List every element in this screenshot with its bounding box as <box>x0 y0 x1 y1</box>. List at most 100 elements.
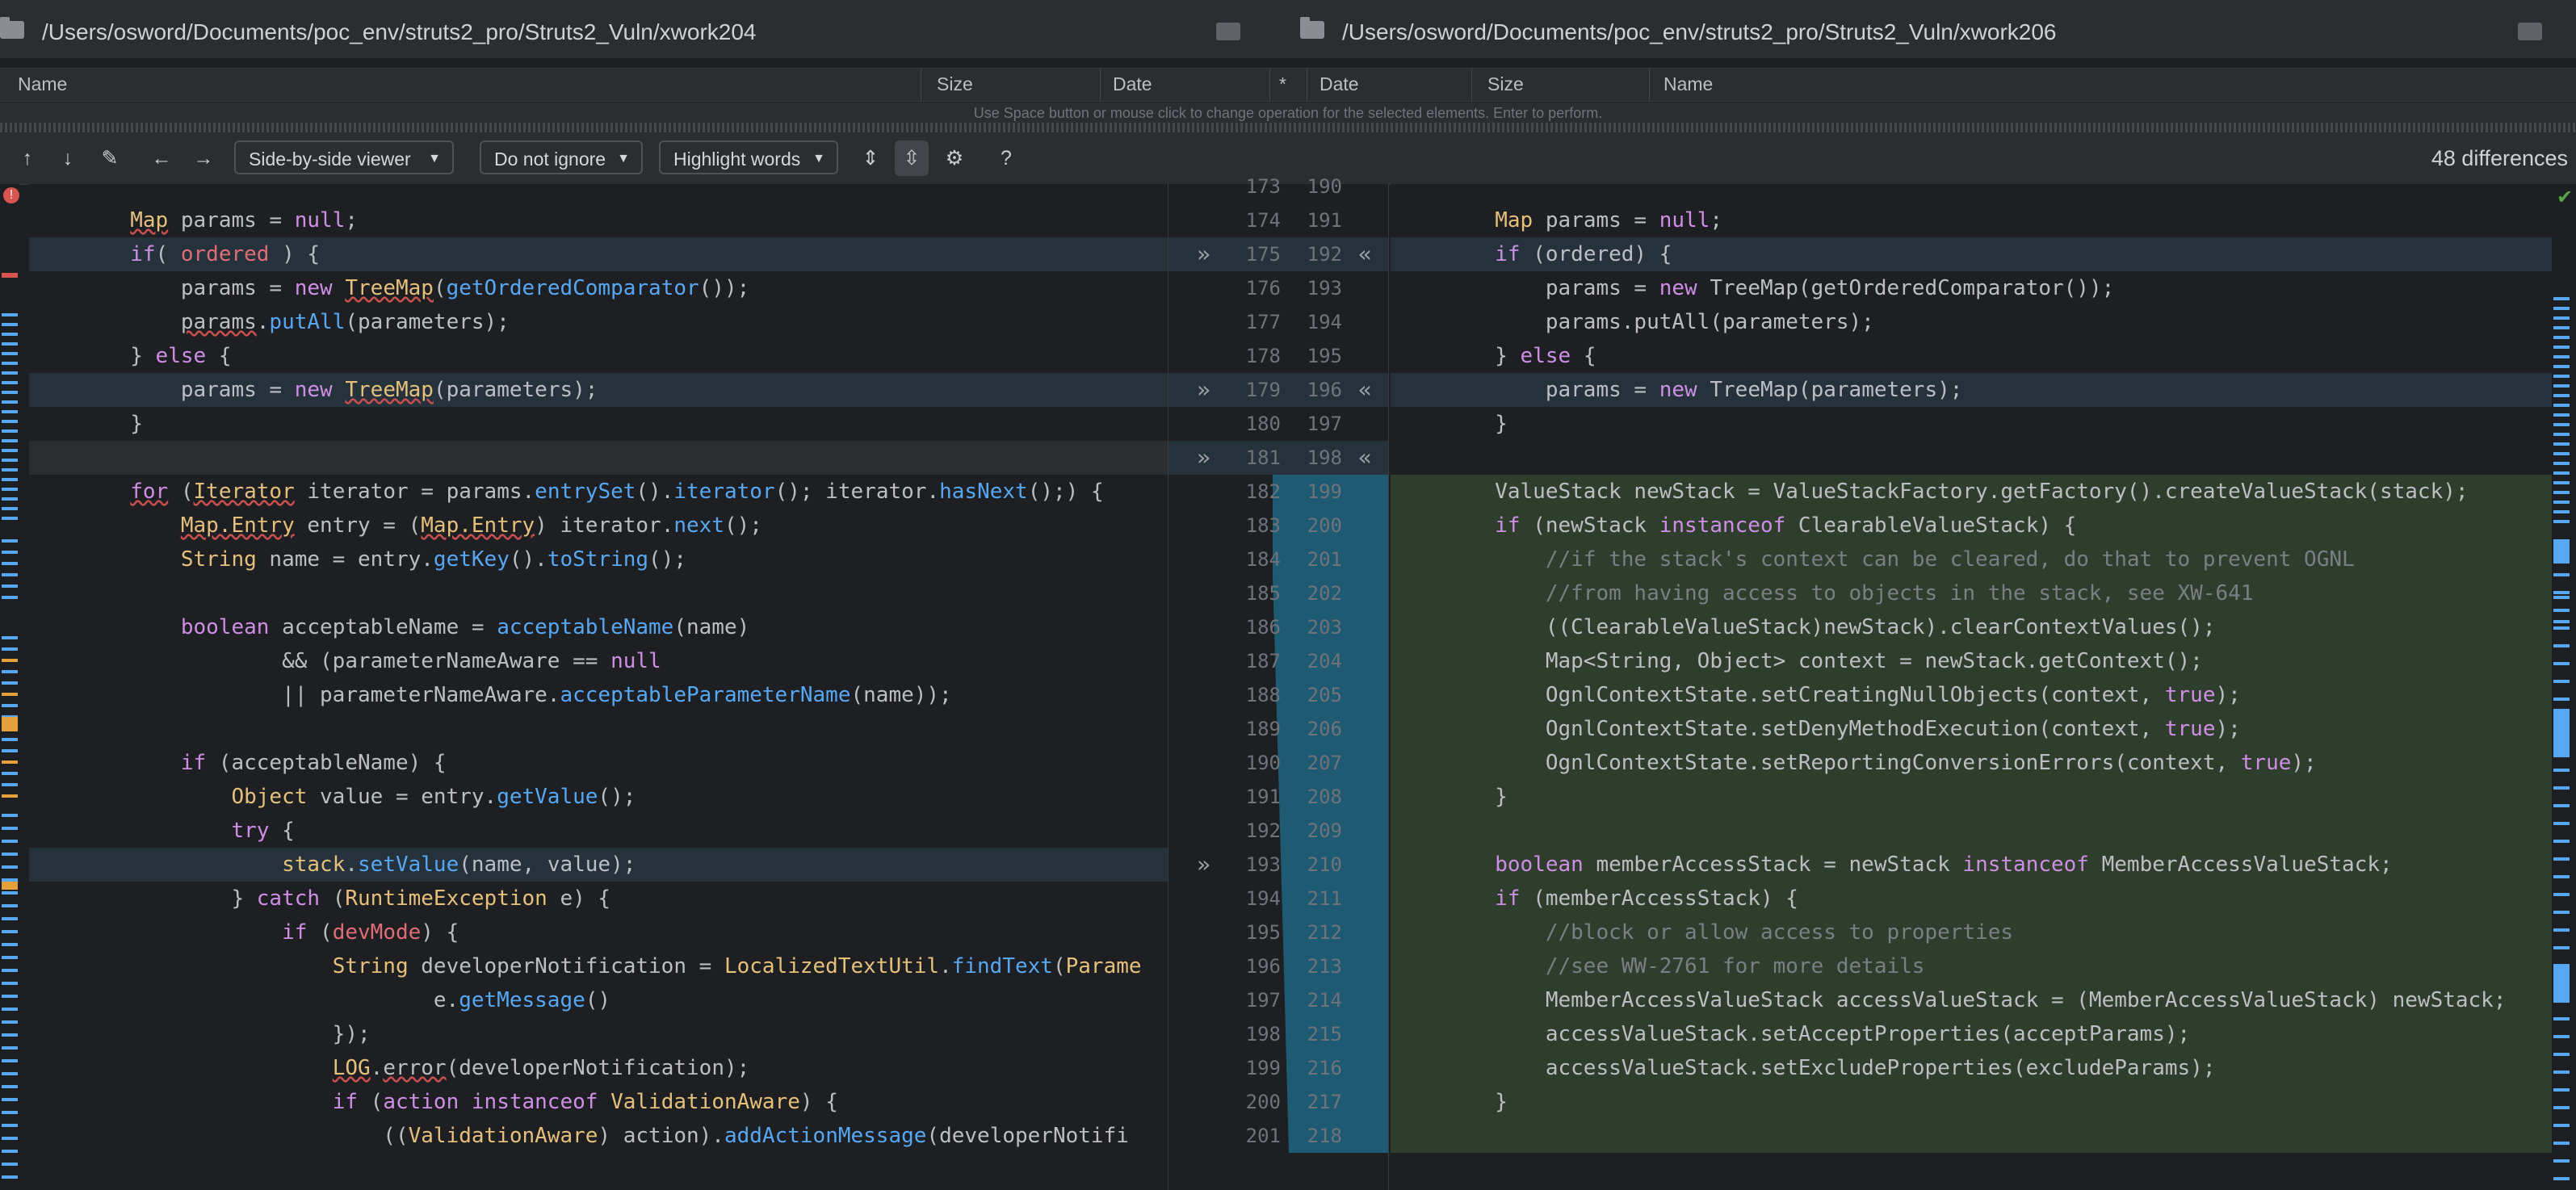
change-marker[interactable] <box>2553 539 2570 564</box>
change-marker[interactable] <box>2 400 18 404</box>
change-marker[interactable] <box>2 1020 18 1024</box>
ignore-dropdown[interactable]: Do not ignore ▼ <box>480 140 643 174</box>
change-marker[interactable] <box>2 478 18 481</box>
change-marker[interactable] <box>2 381 18 384</box>
change-marker[interactable] <box>2553 1088 2570 1092</box>
left-code-line[interactable]: if (devMode) { <box>29 916 459 949</box>
right-code-line[interactable]: OgnlContextState.setCreatingNullObjects(… <box>1394 678 2241 712</box>
change-marker[interactable] <box>2 497 18 501</box>
change-marker[interactable] <box>2553 433 2570 436</box>
change-marker[interactable] <box>2553 1071 2570 1074</box>
change-marker[interactable] <box>2 783 18 786</box>
change-marker[interactable] <box>2 539 18 543</box>
change-marker[interactable] <box>2 681 18 685</box>
right-code-line[interactable]: //if the stack's context can be cleared,… <box>1394 543 2355 576</box>
edit-icon[interactable]: ✎ <box>94 140 126 176</box>
change-marker[interactable] <box>2553 662 2570 665</box>
right-code-line[interactable]: } <box>1394 1085 1508 1119</box>
change-marker[interactable] <box>2553 573 2570 576</box>
left-code-line[interactable]: boolean acceptableName = acceptableName(… <box>29 610 749 644</box>
change-marker[interactable] <box>2553 911 2570 914</box>
change-marker[interactable] <box>2553 501 2570 504</box>
change-marker[interactable] <box>2 1072 18 1075</box>
change-marker[interactable] <box>2 814 18 817</box>
forward-icon[interactable]: → <box>187 140 220 176</box>
help-icon[interactable]: ? <box>990 140 1022 176</box>
change-marker[interactable] <box>2 1163 18 1166</box>
change-marker[interactable] <box>2 917 18 920</box>
change-marker[interactable] <box>2553 946 2570 949</box>
next-diff-icon[interactable]: ↓ <box>52 140 84 176</box>
viewer-dropdown[interactable]: Side-by-side viewer ▼ <box>234 140 454 174</box>
change-marker[interactable] <box>2 1111 18 1114</box>
change-marker[interactable] <box>2 670 18 673</box>
right-code-line[interactable]: ValueStack newStack = ValueStackFactory.… <box>1394 475 2468 509</box>
change-marker[interactable] <box>2553 1035 2570 1038</box>
right-code-line[interactable]: if (newStack instanceof ClearableValueSt… <box>1394 509 2076 543</box>
change-marker[interactable] <box>2 429 18 433</box>
change-marker[interactable] <box>2 865 18 869</box>
left-code-line[interactable]: } <box>29 407 143 441</box>
change-marker[interactable] <box>2 717 18 731</box>
left-code-line[interactable]: params.putAll(parameters); <box>29 305 510 339</box>
change-marker[interactable] <box>2 956 18 959</box>
right-code-line[interactable]: } else { <box>1394 339 1596 373</box>
gear-icon[interactable]: ⚙ <box>938 140 971 176</box>
change-marker[interactable] <box>2553 365 2570 368</box>
change-marker[interactable] <box>2 794 18 798</box>
right-error-stripe[interactable]: ✔ <box>2552 184 2576 1190</box>
change-marker[interactable] <box>2553 626 2570 630</box>
right-editor[interactable]: Map params = null; if (ordered) { params… <box>1391 184 2552 1190</box>
collapse-unchanged-icon[interactable]: ⇕ <box>854 140 887 176</box>
change-marker[interactable] <box>2553 384 2570 388</box>
change-marker[interactable] <box>2553 857 2570 861</box>
change-marker[interactable] <box>2553 462 2570 465</box>
change-marker[interactable] <box>2 273 18 278</box>
change-marker[interactable] <box>2553 875 2570 878</box>
change-marker[interactable] <box>2553 520 2570 523</box>
change-marker[interactable] <box>2 761 18 764</box>
column-operation[interactable]: * <box>1279 73 1286 95</box>
change-marker[interactable] <box>2 1098 18 1101</box>
change-marker[interactable] <box>2 323 18 326</box>
change-marker[interactable] <box>2553 1017 2570 1020</box>
change-marker[interactable] <box>2553 471 2570 475</box>
change-marker[interactable] <box>2553 404 2570 407</box>
change-marker[interactable] <box>2 439 18 442</box>
change-marker[interactable] <box>2553 336 2570 339</box>
change-marker[interactable] <box>2 1175 18 1179</box>
left-code-line[interactable]: for (Iterator iterator = params.entrySet… <box>29 475 1103 509</box>
left-code-line[interactable]: } else { <box>29 339 231 373</box>
right-code-line[interactable]: boolean memberAccessStack = newStack ins… <box>1394 848 2392 882</box>
change-marker[interactable] <box>2 738 18 741</box>
change-marker[interactable] <box>2 693 18 696</box>
left-code-line[interactable]: params = new TreeMap(getOrderedComparato… <box>29 271 749 305</box>
right-path-field[interactable]: /Users/osword/Documents/poc_env/struts2_… <box>1300 10 2568 55</box>
change-marker[interactable] <box>2553 893 2570 896</box>
change-marker[interactable] <box>2553 751 2570 754</box>
change-marker[interactable] <box>2 488 18 491</box>
change-marker[interactable] <box>2553 591 2570 594</box>
left-editor[interactable]: Map params = null; if( ordered ) { param… <box>29 184 1168 1190</box>
change-marker[interactable] <box>2 342 18 346</box>
change-marker[interactable] <box>2 459 18 462</box>
change-marker[interactable] <box>2 943 18 946</box>
change-marker[interactable] <box>2553 413 2570 417</box>
apply-right-arrow-icon[interactable]: » <box>1197 373 1210 407</box>
change-marker[interactable] <box>2 391 18 394</box>
change-marker[interactable] <box>2 1150 18 1153</box>
change-marker[interactable] <box>2553 1177 2570 1180</box>
change-marker[interactable] <box>2553 769 2570 772</box>
change-marker[interactable] <box>2553 307 2570 310</box>
change-marker[interactable] <box>2553 698 2570 701</box>
right-code-line[interactable]: //from having access to objects in the s… <box>1394 576 2254 610</box>
back-icon[interactable]: ← <box>145 140 178 176</box>
change-marker[interactable] <box>2 1008 18 1011</box>
browse-folder-icon[interactable] <box>1216 23 1240 40</box>
change-marker[interactable] <box>2553 1142 2570 1145</box>
change-marker[interactable] <box>2553 555 2570 559</box>
change-marker[interactable] <box>2553 804 2570 807</box>
change-marker[interactable] <box>2 333 18 336</box>
change-marker[interactable] <box>2553 297 2570 300</box>
left-code-line[interactable]: try { <box>29 814 294 848</box>
